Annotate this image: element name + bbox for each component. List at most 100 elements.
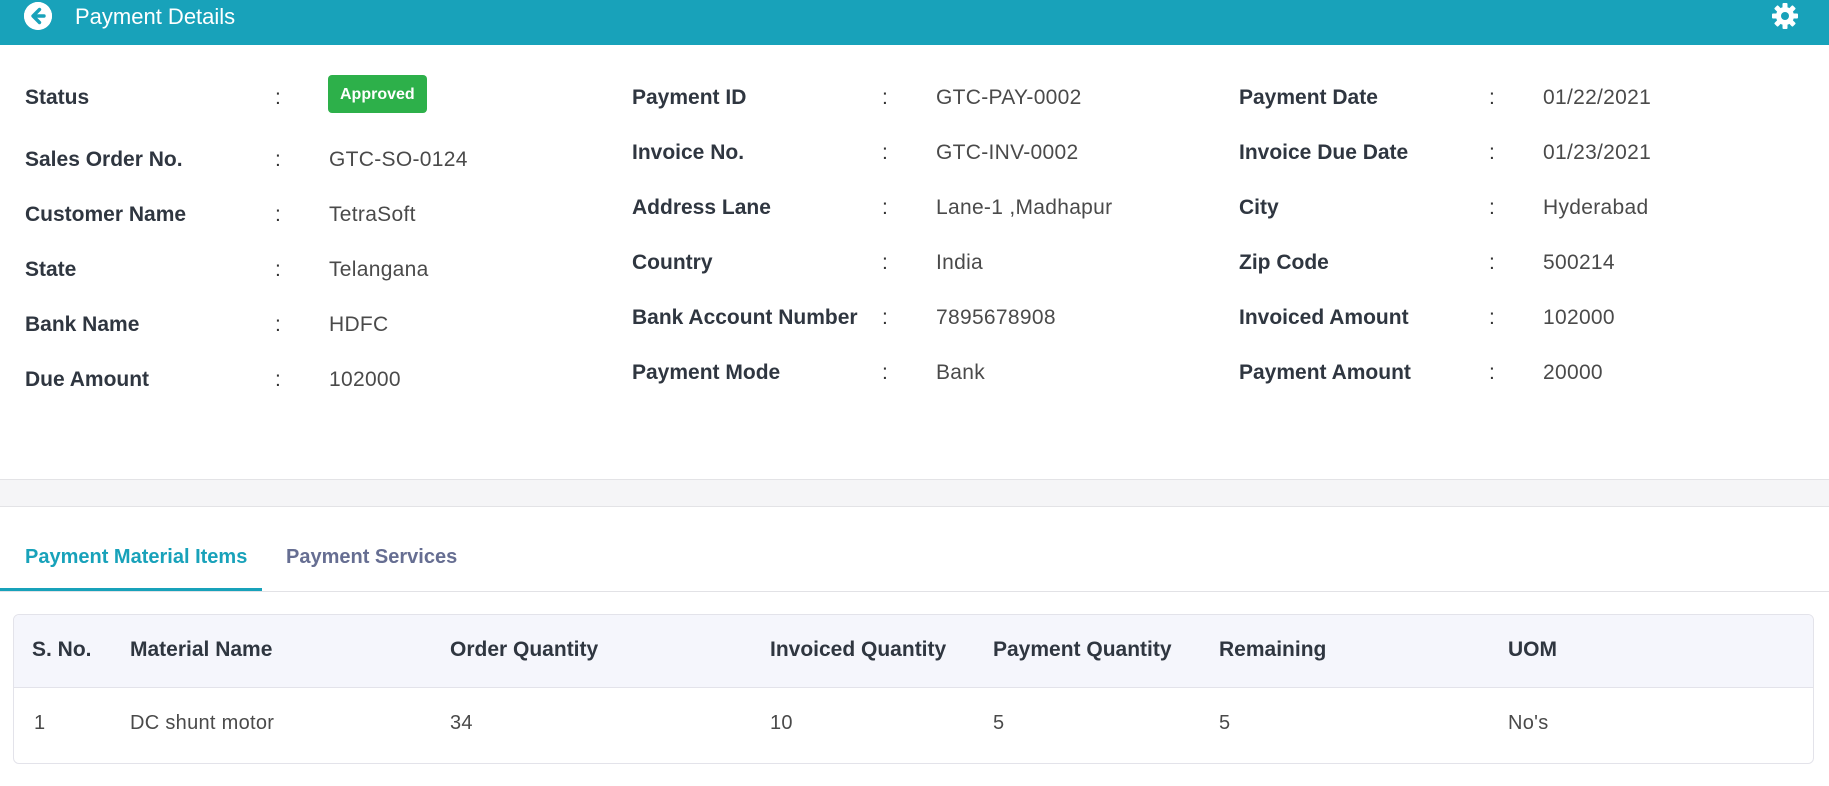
detail-label: Sales Order No. — [25, 148, 183, 171]
settings-button[interactable] — [1771, 2, 1799, 30]
separator: : — [1489, 306, 1495, 329]
detail-value: GTC-PAY-0002 — [936, 86, 1082, 109]
detail-label: Invoice Due Date — [1239, 141, 1409, 164]
separator: : — [1489, 86, 1495, 109]
tab-payment-material-items[interactable]: Payment Material Items — [0, 537, 262, 591]
detail-value: Lane-1 ,Madhapur — [936, 196, 1113, 219]
detail-row-invoice-no: Invoice No. : GTC-INV-0002 — [607, 141, 1207, 171]
detail-row-city: City : Hyderabad — [1214, 196, 1814, 226]
separator: : — [275, 148, 281, 171]
cell-uom: No's — [1508, 712, 1549, 734]
detail-row-payment-date: Payment Date : 01/22/2021 — [1214, 86, 1814, 116]
detail-label: State — [25, 258, 77, 281]
separator: : — [275, 203, 281, 226]
separator: : — [275, 313, 281, 336]
detail-value: TetraSoft — [329, 203, 416, 226]
payment-details-panel: Status : Approved Sales Order No. : GTC-… — [0, 45, 1829, 479]
detail-label: Status — [25, 86, 90, 109]
detail-label: Zip Code — [1239, 251, 1329, 274]
tab-payment-services[interactable]: Payment Services — [286, 537, 486, 591]
detail-row-sales-order: Sales Order No. : GTC-SO-0124 — [0, 148, 600, 178]
cell-remaining: 5 — [1219, 712, 1231, 734]
separator: : — [1489, 196, 1495, 219]
detail-label: Customer Name — [25, 203, 187, 226]
detail-row-due-amount: Due Amount : 102000 — [0, 368, 600, 398]
separator: : — [1489, 251, 1495, 274]
detail-label: Due Amount — [25, 368, 150, 391]
detail-row-zip-code: Zip Code : 500214 — [1214, 251, 1814, 281]
detail-row-country: Country : India — [607, 251, 1207, 281]
column-header-order-quantity: Order Quantity — [450, 638, 599, 661]
status-badge: Approved — [328, 75, 427, 113]
cell-order-quantity: 34 — [450, 712, 473, 734]
detail-label: Invoice No. — [632, 141, 745, 164]
detail-value: 102000 — [1543, 306, 1615, 329]
cell-material-name: DC shunt motor — [130, 712, 275, 734]
detail-label: Payment ID — [632, 86, 747, 109]
separator: : — [882, 86, 888, 109]
page-title: Payment Details — [75, 4, 236, 29]
detail-label: City — [1239, 196, 1279, 219]
detail-value: India — [936, 251, 984, 274]
separator: : — [275, 368, 281, 391]
detail-row-payment-mode: Payment Mode : Bank — [607, 361, 1207, 391]
app-header: Payment Details — [0, 0, 1829, 45]
detail-label: Payment Amount — [1239, 361, 1411, 384]
material-items-table: S. No. Material Name Order Quantity Invo… — [13, 614, 1814, 764]
detail-value: GTC-SO-0124 — [329, 148, 468, 171]
detail-value: 01/22/2021 — [1543, 86, 1652, 109]
detail-label: Bank Account Number — [632, 306, 858, 329]
back-button[interactable] — [24, 2, 52, 30]
separator: : — [275, 258, 281, 281]
separator: : — [1489, 141, 1495, 164]
detail-row-bank-name: Bank Name : HDFC — [0, 313, 600, 343]
separator: : — [1489, 361, 1495, 384]
column-header-s-no: S. No. — [32, 638, 92, 661]
cell-payment-quantity: 5 — [993, 712, 1005, 734]
separator: : — [882, 251, 888, 274]
separator: : — [275, 86, 281, 109]
detail-label: Payment Mode — [632, 361, 781, 384]
detail-label: Country — [632, 251, 713, 274]
detail-label: Bank Name — [25, 313, 140, 336]
detail-value: Hyderabad — [1543, 196, 1649, 219]
table-header: S. No. Material Name Order Quantity Invo… — [14, 615, 1813, 688]
detail-label: Payment Date — [1239, 86, 1378, 109]
detail-row-bank-account-number: Bank Account Number : 7895678908 — [607, 306, 1207, 336]
cell-invoiced-quantity: 10 — [770, 712, 793, 734]
detail-value: Telangana — [329, 258, 429, 281]
tab-bar: Payment Material Items Payment Services — [0, 537, 1829, 592]
cell-s-no: 1 — [34, 712, 46, 734]
detail-row-address-lane: Address Lane : Lane-1 ,Madhapur — [607, 196, 1207, 226]
detail-value: 20000 — [1543, 361, 1603, 384]
detail-row-state: State : Telangana — [0, 258, 600, 288]
detail-value: Bank — [936, 361, 986, 384]
column-header-uom: UOM — [1508, 638, 1557, 661]
arrow-left-circle-icon — [24, 2, 52, 30]
detail-row-customer-name: Customer Name : TetraSoft — [0, 203, 600, 233]
separator: : — [882, 196, 888, 219]
column-header-invoiced-quantity: Invoiced Quantity — [770, 638, 947, 661]
detail-row-invoiced-amount: Invoiced Amount : 102000 — [1214, 306, 1814, 336]
gear-icon — [1772, 3, 1798, 29]
detail-label: Invoiced Amount — [1239, 306, 1409, 329]
detail-value: 500214 — [1543, 251, 1615, 274]
detail-value: HDFC — [329, 313, 389, 336]
detail-row-status: Status : Approved — [0, 75, 600, 116]
detail-row-payment-amount: Payment Amount : 20000 — [1214, 361, 1814, 391]
table-row: 1 DC shunt motor 34 10 5 5 No's — [14, 688, 1813, 763]
detail-value: 7895678908 — [936, 306, 1056, 329]
column-header-remaining: Remaining — [1219, 638, 1327, 661]
detail-value: GTC-INV-0002 — [936, 141, 1079, 164]
detail-row-invoice-due-date: Invoice Due Date : 01/23/2021 — [1214, 141, 1814, 171]
detail-row-payment-id: Payment ID : GTC-PAY-0002 — [607, 86, 1207, 116]
separator: : — [882, 141, 888, 164]
detail-value: 102000 — [329, 368, 401, 391]
separator: : — [882, 306, 888, 329]
detail-label: Address Lane — [632, 196, 771, 219]
section-divider — [0, 479, 1829, 507]
separator: : — [882, 361, 888, 384]
column-header-material-name: Material Name — [130, 638, 273, 661]
column-header-payment-quantity: Payment Quantity — [993, 638, 1172, 661]
detail-value: 01/23/2021 — [1543, 141, 1652, 164]
